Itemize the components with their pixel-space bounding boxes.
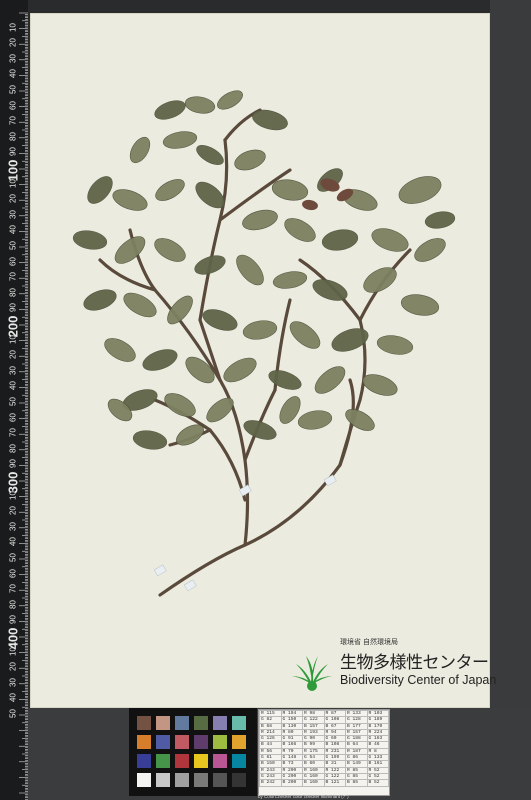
color-swatch [194,773,208,787]
leaf [154,238,186,262]
color-swatch [156,735,170,749]
leaf [114,236,146,264]
leaf [321,229,359,251]
mounting-tape [183,579,197,592]
leaf [184,96,216,114]
color-swatch [137,754,151,768]
color-swatch [232,716,246,730]
color-swatch [213,735,227,749]
color-swatch [194,716,208,730]
leaf [112,189,148,211]
leaf [196,145,224,165]
leaf [284,218,316,242]
color-swatch [156,754,170,768]
leaf [242,209,278,231]
color-swatch [156,716,170,730]
center-name-english: Biodiversity Center of Japan [340,673,497,687]
leaf [72,230,108,250]
dried-leaf [302,199,318,211]
color-swatch [213,716,227,730]
color-value-cell: B 160 [302,779,325,787]
color-swatch [175,773,189,787]
leaf [424,211,456,229]
leaf [398,176,442,204]
leaf [194,255,226,275]
leaf [142,349,178,371]
color-swatch [194,735,208,749]
leaf [83,289,117,311]
color-swatch [232,773,246,787]
color-checker-swatches [129,708,257,796]
leaf [217,90,243,110]
leaf [362,374,398,396]
color-swatch [137,735,151,749]
leaf [155,179,185,201]
leaf [132,430,168,450]
color-value-cell: B 242 [259,779,282,787]
leaf [345,409,375,431]
color-value-cell: B 200 [280,779,303,787]
leaf [376,335,414,355]
color-swatch [232,754,246,768]
leaf [272,271,308,289]
color-swatch [175,754,189,768]
leaf [314,366,346,394]
leaf [242,320,278,340]
leaf [87,176,113,204]
leaf [154,100,186,120]
leaf [123,292,157,318]
color-chart-credit: by ColorChecker color checker Illuminant… [258,794,349,799]
color-swatch [175,735,189,749]
leaf [414,238,446,262]
leaf [400,294,440,316]
color-value-cell: B 85 [345,779,368,787]
leaf [162,131,198,149]
color-swatch [232,735,246,749]
leaf [202,309,238,331]
color-value-cell: B 52 [366,779,389,787]
ruler-minor-label: 50 [8,709,18,718]
color-swatch [175,716,189,730]
color-swatch [213,773,227,787]
leaf [297,410,333,430]
leaf [371,228,409,252]
stem [198,138,229,322]
leaf [289,321,321,349]
leaf [129,136,151,164]
institution-logo: 環境省 自然環境局 生物多様性センター Biodiversity Center … [292,639,496,700]
leaf [104,338,136,362]
leaf-logo-icon [292,656,332,691]
mounting-tape [153,564,167,577]
color-value-table: R 115 R 194 R 98 R 87 R 133 R 103 G 82 G 150 G 1… [258,709,390,796]
color-swatch [137,716,151,730]
color-swatch [194,754,208,768]
agency-name: 環境省 自然環境局 [340,639,398,646]
leaf [164,393,196,417]
plant-specimen [72,90,456,597]
stem [153,398,247,502]
leaf [223,357,257,383]
color-swatch [156,773,170,787]
leaf [234,149,266,171]
center-name-japanese: 生物多様性センター [340,653,489,673]
color-value-cell: B 121 [323,779,346,787]
color-swatch [137,773,151,787]
leaf [236,254,264,286]
scale-ruler: 10 20 30 40 50 60 70 80 90 100 10 20 30 40 50 60 70 80 90 2… [0,0,28,800]
color-value-row: B 242 B 200 B 160 B 121 B 85 B 52 [259,779,389,787]
color-swatch [213,754,227,768]
color-value-grid: R 115 R 194 R 98 R 87 R 133 R 103 G 82 G 150 G 1… [259,710,389,787]
leaf [268,370,302,390]
